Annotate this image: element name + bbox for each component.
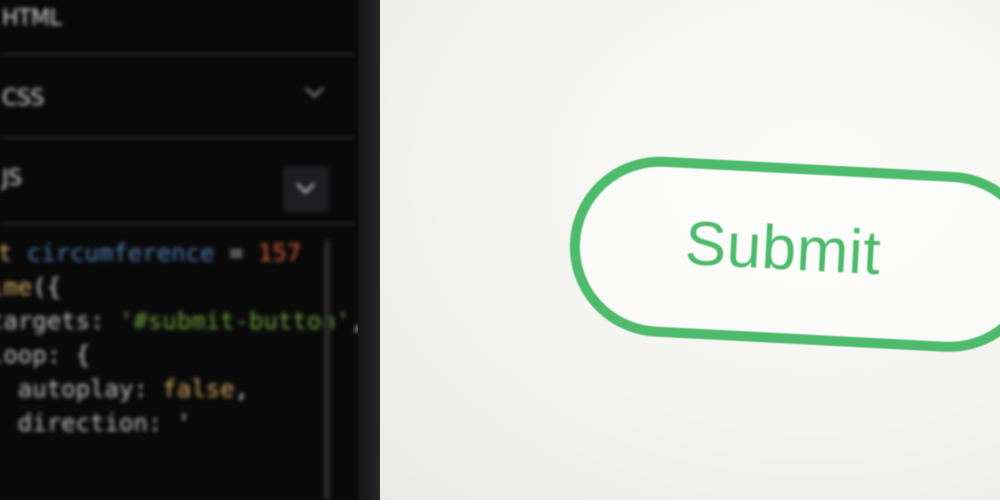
code-token: ({ xyxy=(32,273,62,301)
code-token: direction: xyxy=(17,409,163,437)
panel-divider xyxy=(0,53,355,56)
code-token: , xyxy=(234,375,249,403)
chevron-down-icon[interactable] xyxy=(305,79,324,98)
code-token: const xyxy=(0,239,13,267)
code-token: anime xyxy=(0,273,33,301)
code-token: '#submit-button' xyxy=(118,307,351,335)
code-token: = xyxy=(214,239,258,267)
code-token: { xyxy=(75,341,91,369)
html-panel-header[interactable]: HTML xyxy=(0,0,340,36)
code-line: direction: ' xyxy=(0,406,330,440)
code-token: false xyxy=(162,375,235,403)
css-panel-header[interactable]: CSS xyxy=(0,79,340,116)
chevron-down-icon xyxy=(296,175,315,194)
code-token: autoplay: xyxy=(17,375,148,403)
code-token: circumference xyxy=(26,239,215,267)
js-collapse-button[interactable] xyxy=(283,166,329,212)
code-editor-panel: HTML CSS JS const circumference = 157ani… xyxy=(0,0,372,500)
preview-pane: Submit xyxy=(380,0,1000,500)
js-panel-label: JS xyxy=(2,165,22,191)
code-token: loop: xyxy=(0,341,62,369)
panel-divider xyxy=(0,136,355,139)
editor-scrollbar[interactable] xyxy=(324,240,330,500)
code-line: autoplay: false, xyxy=(0,372,330,406)
css-panel-label: CSS xyxy=(2,85,44,111)
panel-divider xyxy=(0,222,355,225)
code-line: const circumference = 157 xyxy=(0,236,330,270)
code-token: 157 xyxy=(257,239,302,267)
code-token: ' xyxy=(176,409,192,437)
code-line: loop: { xyxy=(0,338,330,372)
js-code-area[interactable]: const circumference = 157anime({ targets… xyxy=(0,236,365,440)
submit-button[interactable]: Submit xyxy=(565,152,1000,357)
submit-button-label: Submit xyxy=(683,209,883,289)
code-line: targets: '#submit-button', xyxy=(0,304,365,338)
code-line: anime({ xyxy=(0,270,330,304)
editor-content: HTML CSS JS const circumference = 157ani… xyxy=(0,0,372,500)
html-panel-label: HTML xyxy=(2,5,62,31)
code-token: targets: xyxy=(0,307,105,335)
